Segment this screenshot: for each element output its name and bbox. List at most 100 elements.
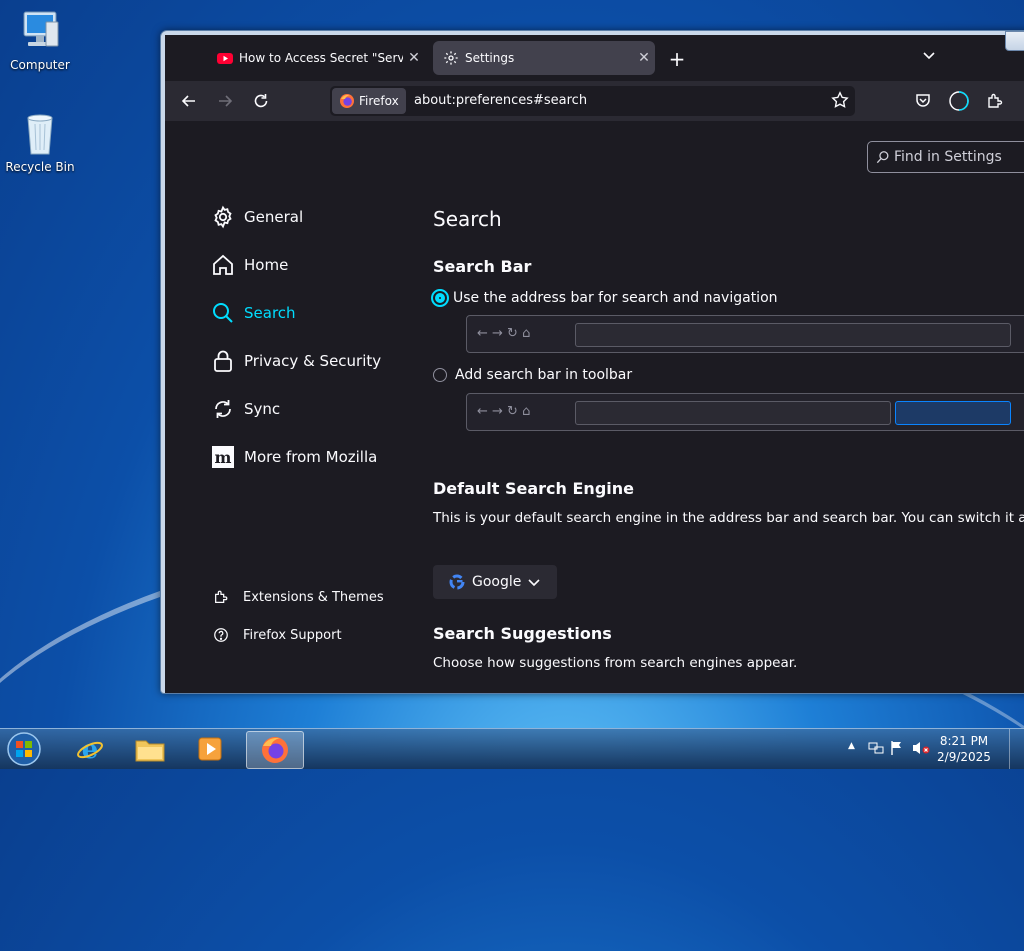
footer-link-label: Firefox Support <box>243 627 342 643</box>
arrow-left-icon <box>181 95 195 107</box>
url-text[interactable]: about:preferences#search <box>414 93 587 108</box>
reload-button[interactable] <box>249 89 273 113</box>
show-hidden-icons-icon[interactable]: ▲ <box>848 741 855 751</box>
taskbar-firefox[interactable] <box>246 731 304 769</box>
radio-unselected-indicator[interactable] <box>433 368 447 382</box>
network-icon[interactable] <box>868 740 884 759</box>
category-search[interactable]: Search <box>211 301 296 325</box>
find-placeholder: Find in Settings <box>894 149 1002 165</box>
show-desktop-button[interactable] <box>1009 729 1024 769</box>
address-bar[interactable]: Firefox about:preferences#search <box>330 86 855 116</box>
internet-explorer-icon: e <box>77 735 103 764</box>
radio-label: Use the address bar for search and navig… <box>453 290 778 306</box>
taskbar-internet-explorer[interactable]: e <box>62 731 118 767</box>
firefox-logo-icon <box>262 737 288 763</box>
category-more-from-mozilla[interactable]: m More from Mozilla <box>211 445 377 469</box>
reload-icon <box>254 94 268 108</box>
radio-address-bar[interactable]: Use the address bar for search and navig… <box>431 289 778 307</box>
taskbar-media-player[interactable] <box>182 731 238 767</box>
identity-box[interactable]: Firefox <box>332 88 406 114</box>
category-privacy-security[interactable]: Privacy & Security <box>211 349 381 373</box>
lock-icon <box>214 350 232 372</box>
radio-selected-indicator[interactable] <box>431 289 449 307</box>
radio-label: Add search bar in toolbar <box>455 367 633 383</box>
selected-engine: Google <box>472 574 522 590</box>
desktop-icon-label: Recycle Bin <box>5 160 75 174</box>
account-button[interactable] <box>947 89 971 113</box>
search-icon <box>876 151 889 164</box>
default-engine-description: This is your default search engine in th… <box>433 510 1024 526</box>
help-icon <box>214 628 228 642</box>
category-label: More from Mozilla <box>244 448 378 466</box>
default-engine-heading: Default Search Engine <box>433 479 634 498</box>
desktop-icon-label: Computer <box>10 58 70 72</box>
tab-label: How to Access Secret "Service M <box>239 51 403 65</box>
category-sync[interactable]: Sync <box>211 397 280 421</box>
preview-url-field <box>575 401 891 425</box>
puzzle-icon <box>988 93 1003 108</box>
category-label: Search <box>244 304 296 322</box>
windows-logo-icon <box>7 732 41 766</box>
desktop-icon-computer[interactable]: Computer <box>2 8 78 72</box>
extensions-themes-link[interactable]: Extensions & Themes <box>213 589 384 605</box>
identity-label: Firefox <box>359 94 399 108</box>
firefox-support-link[interactable]: Firefox Support <box>213 627 342 643</box>
preview-search-field <box>895 401 1011 425</box>
footer-link-label: Extensions & Themes <box>243 589 384 605</box>
sync-icon <box>215 400 231 418</box>
search-suggestions-heading: Search Suggestions <box>433 624 612 643</box>
new-tab-button[interactable]: + <box>665 47 689 71</box>
gear-icon <box>214 205 232 229</box>
volume-muted-icon[interactable] <box>912 740 930 759</box>
tab-label: Settings <box>465 51 515 65</box>
category-home[interactable]: Home <box>211 253 288 277</box>
minimize-button[interactable] <box>1005 31 1024 51</box>
forward-button[interactable] <box>213 89 237 113</box>
page-title: Search <box>433 207 502 231</box>
default-engine-select[interactable]: Google <box>433 565 557 599</box>
category-label: Sync <box>244 400 281 418</box>
category-label: Home <box>244 256 289 274</box>
settings-page: Find in Settings General Home Search Pri… <box>165 121 1024 693</box>
media-player-icon <box>198 737 222 761</box>
pocket-button[interactable] <box>911 89 935 113</box>
svg-text:m: m <box>215 448 232 467</box>
account-icon <box>949 91 969 111</box>
search-bar-heading: Search Bar <box>433 257 532 276</box>
computer-icon <box>16 8 64 56</box>
tab-youtube[interactable]: How to Access Secret "Service M ✕ <box>207 41 425 75</box>
category-label: Privacy & Security <box>244 352 382 370</box>
chevron-down-icon <box>528 579 540 587</box>
chevron-down-icon <box>923 52 935 60</box>
find-in-settings-input[interactable]: Find in Settings <box>867 141 1024 173</box>
preview-url-field <box>575 323 1011 347</box>
close-tab-icon[interactable]: ✕ <box>633 50 655 66</box>
tab-settings[interactable]: Settings ✕ <box>433 41 655 75</box>
list-all-tabs-button[interactable] <box>921 47 941 67</box>
search-bar-preview: ← → ↻ ⌂ <box>466 393 1024 431</box>
home-icon <box>213 254 233 275</box>
preview-nav-icons: ← → ↻ ⌂ <box>477 404 531 419</box>
radio-search-toolbar[interactable]: Add search bar in toolbar <box>433 367 632 383</box>
folder-icon <box>135 740 165 762</box>
desktop-icon-recycle-bin[interactable]: Recycle Bin <box>2 110 78 174</box>
firefox-window: How to Access Secret "Service M ✕ Settin… <box>160 30 1024 694</box>
category-general[interactable]: General <box>211 205 303 229</box>
extensions-button[interactable] <box>983 89 1007 113</box>
clock[interactable]: 8:21 PM 2/9/2025 <box>934 733 994 765</box>
mozilla-icon: m <box>212 446 234 468</box>
bookmark-star-icon[interactable] <box>831 91 849 113</box>
close-tab-icon[interactable]: ✕ <box>403 50 425 66</box>
action-center-flag-icon[interactable] <box>890 740 904 759</box>
arrow-right-icon <box>219 95 233 107</box>
navigation-toolbar: Firefox about:preferences#search <box>165 81 1024 121</box>
taskbar-file-explorer[interactable] <box>122 731 178 767</box>
search-icon <box>213 303 233 323</box>
back-button[interactable] <box>177 89 201 113</box>
recycle-bin-icon <box>16 110 64 158</box>
start-button[interactable] <box>4 730 44 768</box>
youtube-icon <box>217 50 233 66</box>
category-label: General <box>244 208 304 226</box>
svg-text:e: e <box>82 735 99 764</box>
taskbar: e ▲ 8:21 PM 2/9/2025 <box>0 728 1024 769</box>
